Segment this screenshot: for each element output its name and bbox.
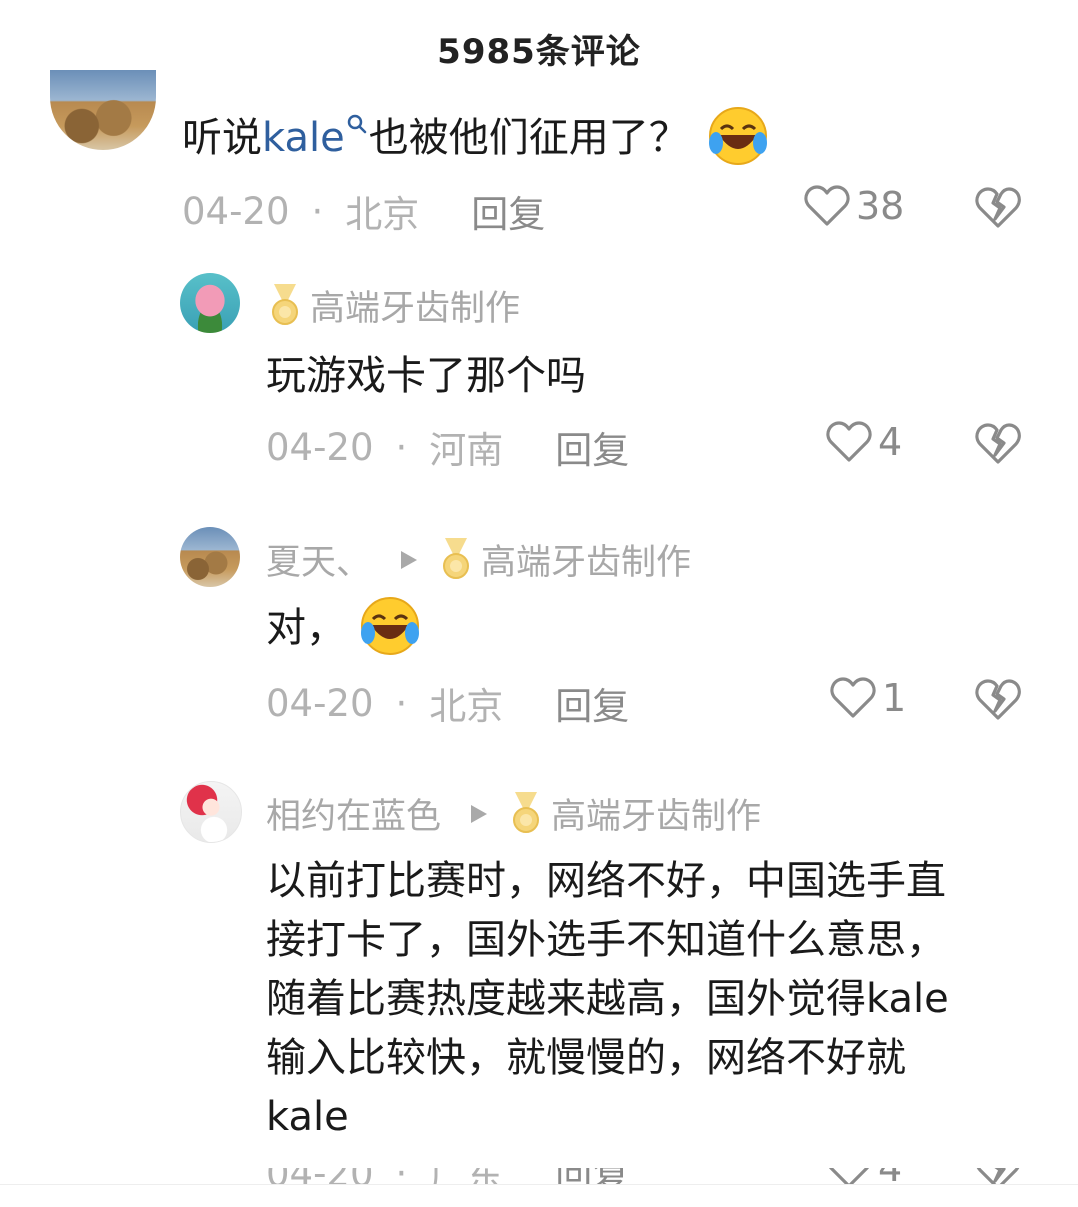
heart-icon <box>830 677 876 718</box>
keyword-link[interactable]: kale <box>262 114 369 161</box>
comment-count-title: 5985条评论 <box>437 31 641 72</box>
like-count: 4 <box>878 1168 902 1184</box>
search-icon <box>347 114 366 134</box>
reply-arrow-icon <box>401 550 418 569</box>
username[interactable]: 相约在蓝色 <box>266 788 441 839</box>
medal-icon <box>443 537 470 579</box>
like-count: 38 <box>856 184 905 228</box>
broken-heart-icon[interactable] <box>974 186 1022 230</box>
like-button[interactable]: 1 <box>830 676 906 720</box>
comment-text: 对， <box>266 597 421 658</box>
like-count: 4 <box>878 420 903 464</box>
reply-author-row: 相约在蓝色 高端牙齿制作 <box>266 788 761 839</box>
username-cut-off <box>182 60 292 82</box>
reply-button[interactable]: 回复 <box>555 676 629 730</box>
broken-heart-icon[interactable] <box>974 1168 1022 1184</box>
avatar[interactable] <box>180 527 240 587</box>
reply-button[interactable]: 回复 <box>471 184 545 238</box>
username[interactable]: 夏天、 <box>266 534 371 585</box>
reply-to-username[interactable]: 高端牙齿制作 <box>481 534 691 585</box>
comment-location: 广东 <box>429 1168 503 1184</box>
avatar[interactable] <box>180 781 242 843</box>
reply-arrow-icon <box>471 804 488 823</box>
comment-meta: 04-20 · 北京 回复 <box>266 676 629 730</box>
laugh-cry-emoji <box>709 107 768 165</box>
heart-icon <box>829 1168 869 1184</box>
comment-meta: 04-20 · 广东 回复 <box>266 1168 629 1184</box>
reply-to-username[interactable]: 高端牙齿制作 <box>551 788 761 839</box>
reply-author-row: 夏天、 高端牙齿制作 <box>266 534 691 585</box>
comment-date: 04-20 <box>266 681 374 725</box>
broken-heart-icon[interactable] <box>974 422 1022 466</box>
username[interactable]: 高端牙齿制作 <box>310 280 520 331</box>
comment-location: 河南 <box>429 429 504 472</box>
like-button[interactable]: 4 <box>826 420 902 464</box>
reply-button[interactable]: 回复 <box>555 420 629 474</box>
heart-icon <box>826 421 872 462</box>
medal-icon <box>513 791 540 833</box>
comment-meta: 04-20 · 河南 回复 <box>266 420 629 474</box>
comments-header: 5985条评论 <box>0 0 1078 96</box>
broken-heart-icon[interactable] <box>974 678 1022 722</box>
comment-meta-cut-off: 04-20 · 广东 回复 4 <box>0 1168 1078 1184</box>
comment-location: 北京 <box>345 193 420 236</box>
reply-button[interactable]: 回复 <box>555 1168 629 1184</box>
comment-text: 玩游戏卡了那个吗 <box>266 353 586 399</box>
comment-text: 以前打比赛时，网络不好，中国选手直 接打卡了，国外选手不知道什么意思， 随着比赛… <box>266 858 949 1140</box>
like-button[interactable]: 4 <box>826 1168 902 1184</box>
reply-author-row: 高端牙齿制作 <box>268 280 520 331</box>
comment-text: 听说kale 也被他们征用了？ <box>182 107 769 168</box>
laugh-cry-emoji <box>360 597 419 655</box>
heart-icon <box>804 185 850 226</box>
comment-date: 04-20 <box>266 425 374 469</box>
comment-meta: 04-20 · 北京 回复 <box>182 184 545 238</box>
comments-page: 5985条评论 听说kale 也被他们征用了？ 04-20 · 北京 回复 38 … <box>0 0 1078 1207</box>
comment-location: 北京 <box>429 685 504 728</box>
like-button[interactable]: 38 <box>804 184 904 228</box>
comment-date: 04-20 <box>266 1168 374 1184</box>
comment-date: 04-20 <box>182 189 290 233</box>
avatar[interactable] <box>50 70 156 150</box>
like-count: 1 <box>882 676 907 720</box>
medal-icon <box>272 283 298 325</box>
avatar[interactable] <box>180 273 240 333</box>
bottom-edge <box>0 1184 1078 1207</box>
